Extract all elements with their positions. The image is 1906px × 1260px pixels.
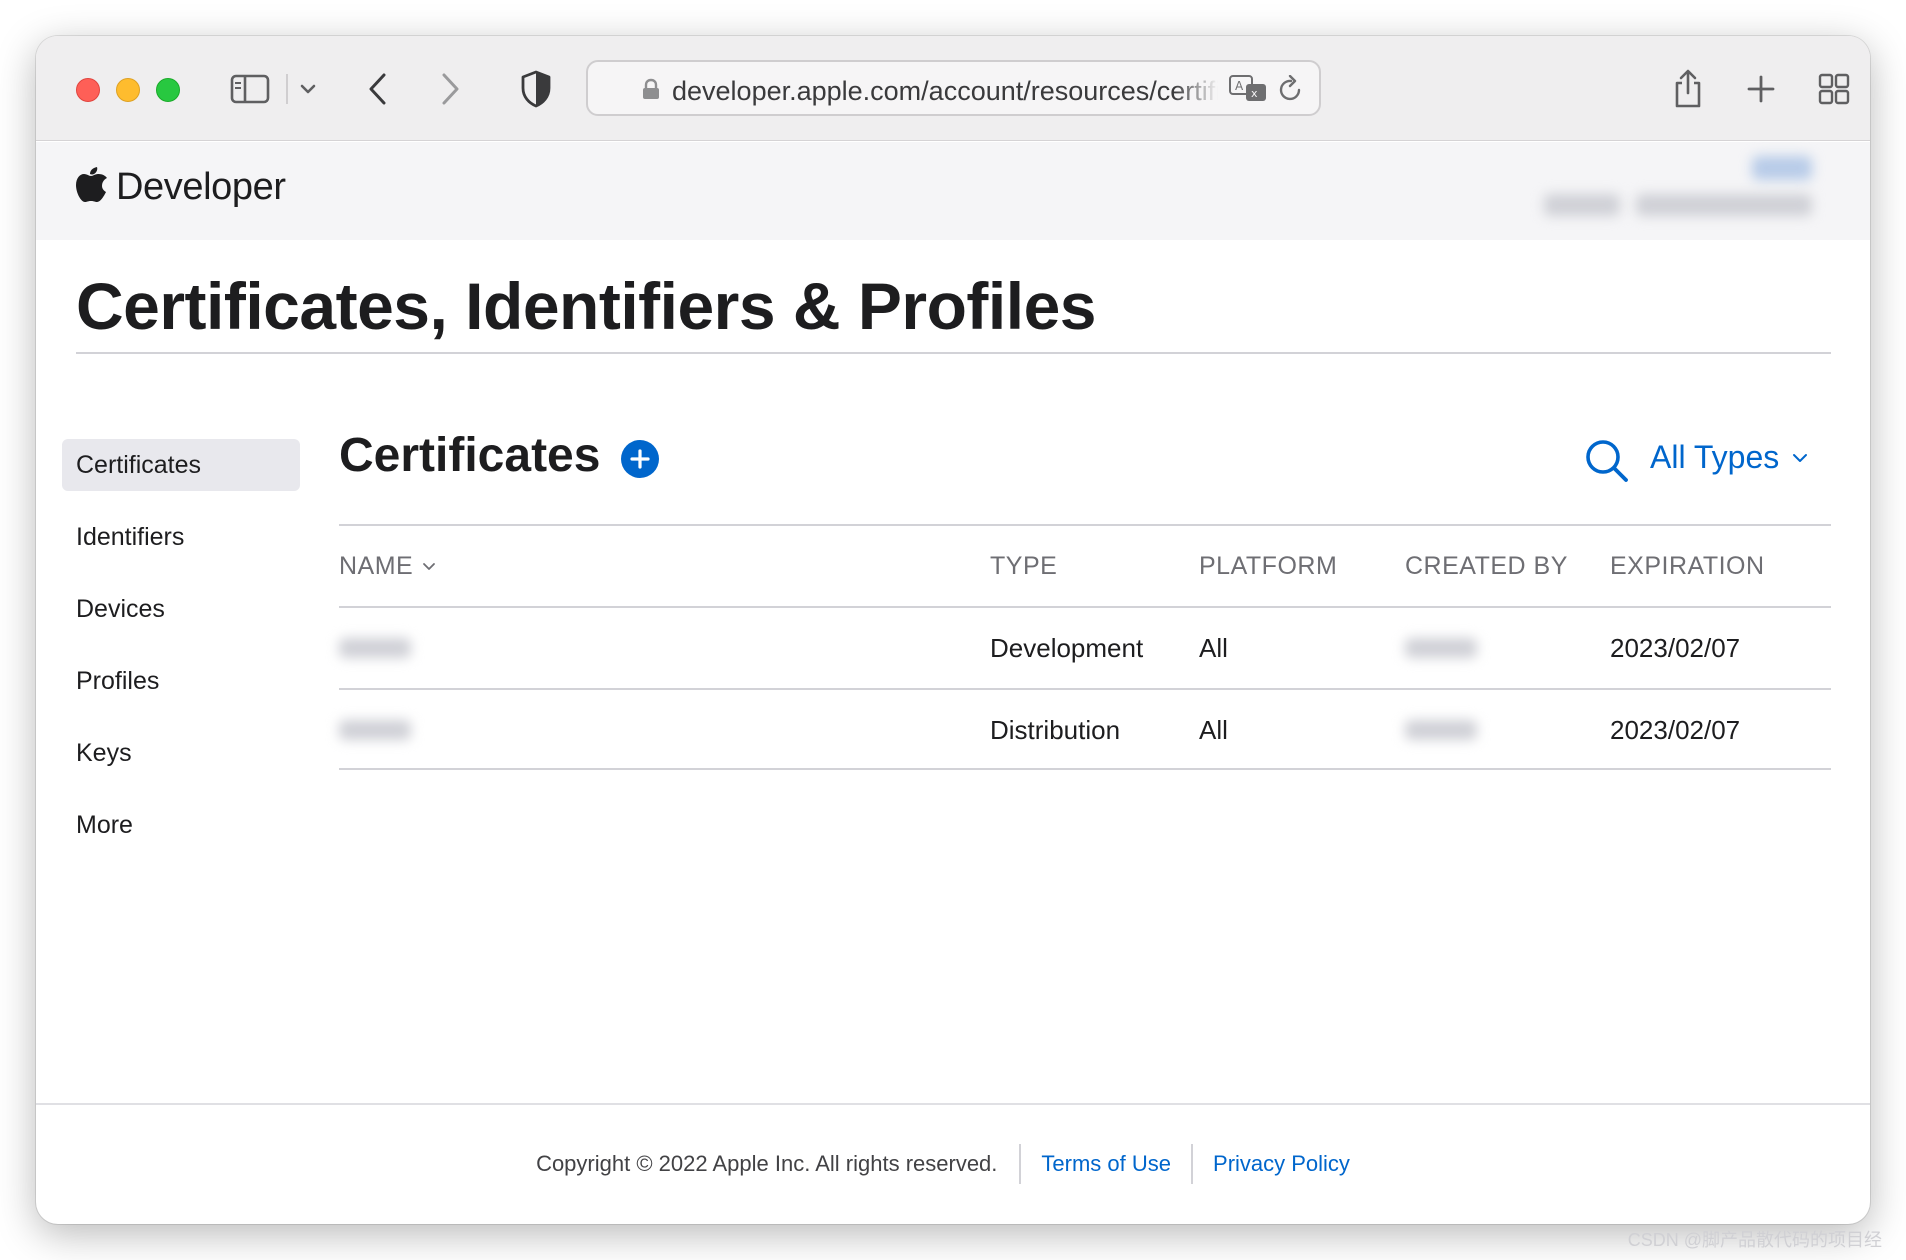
back-icon[interactable] [358, 66, 398, 112]
certificate-expiration: 2023/02/07 [1610, 632, 1741, 663]
copyright-text: Copyright © 2022 Apple Inc. All rights r… [536, 1151, 998, 1176]
redacted-text [339, 638, 411, 658]
sidebar-item-identifiers[interactable]: Identifiers [62, 511, 300, 563]
zoom-window-button[interactable] [156, 78, 180, 102]
footer-divider [36, 1103, 1870, 1105]
certificates-table: NAME TYPE PLATFORM CREATED BY EXPIRATION… [339, 524, 1831, 770]
table-row[interactable]: Development All 2023/02/07 [339, 606, 1831, 688]
search-icon[interactable] [1584, 438, 1630, 484]
svg-text:x: x [1251, 87, 1258, 100]
certificate-expiration: 2023/02/07 [1610, 714, 1741, 745]
sidebar-item-more[interactable]: More [62, 799, 300, 851]
sidebar-item-profiles[interactable]: Profiles [62, 655, 300, 707]
type-filter-label: All Types [1650, 439, 1780, 475]
forward-icon[interactable] [430, 66, 470, 112]
sidebar-item-devices[interactable]: Devices [62, 583, 300, 635]
browser-window: developer.apple.com/account/resources/ce… [36, 36, 1870, 1224]
certificate-type: Development [990, 632, 1144, 663]
privacy-shield-icon[interactable] [516, 66, 556, 112]
terms-of-use-link[interactable]: Terms of Use [1021, 1151, 1191, 1177]
brand-name: Developer [116, 166, 286, 208]
certificate-created-by-redacted [1405, 690, 1477, 770]
account-link[interactable] [1752, 156, 1812, 180]
svg-text:A: A [1235, 79, 1244, 93]
title-divider [76, 352, 1831, 354]
toolbar-divider [286, 74, 288, 104]
column-header-type[interactable]: TYPE [990, 526, 1057, 606]
certificate-name-redacted[interactable] [339, 608, 411, 688]
sidebar-item-keys[interactable]: Keys [62, 727, 300, 779]
certificate-created-by-redacted [1405, 608, 1477, 688]
translate-icon[interactable]: Ax [1228, 74, 1268, 109]
lock-icon [642, 78, 660, 105]
new-tab-icon[interactable] [1741, 66, 1781, 112]
column-header-name[interactable]: NAME [339, 526, 437, 606]
developer-logo[interactable]: Developer [76, 166, 286, 209]
footer: Copyright © 2022 Apple Inc. All rights r… [36, 1144, 1870, 1184]
share-icon[interactable] [1668, 66, 1708, 112]
table-header-row: NAME TYPE PLATFORM CREATED BY EXPIRATION [339, 524, 1831, 606]
add-certificate-button[interactable] [621, 440, 659, 478]
column-header-expiration[interactable]: EXPIRATION [1610, 526, 1765, 606]
reload-icon[interactable] [1278, 74, 1304, 108]
url-text: developer.apple.com/account/resources/ce… [672, 76, 1218, 106]
certificate-name-redacted[interactable] [339, 690, 411, 770]
privacy-policy-link[interactable]: Privacy Policy [1193, 1151, 1370, 1177]
team-name[interactable] [1636, 194, 1812, 216]
sidebar-toggle-icon[interactable] [228, 66, 272, 112]
column-header-created-by[interactable]: CREATED BY [1405, 526, 1568, 606]
column-header-platform[interactable]: PLATFORM [1199, 526, 1337, 606]
certificate-platform: All [1199, 632, 1228, 663]
redacted-text [1405, 638, 1477, 658]
tab-overview-icon[interactable] [1814, 66, 1854, 112]
redacted-text [1405, 720, 1477, 740]
type-filter-dropdown[interactable]: All Types [1650, 439, 1809, 476]
apple-logo-icon [76, 166, 108, 209]
redacted-text [339, 720, 411, 740]
table-row[interactable]: Distribution All 2023/02/07 [339, 688, 1831, 770]
minimize-window-button[interactable] [116, 78, 140, 102]
browser-toolbar: developer.apple.com/account/resources/ce… [36, 36, 1870, 141]
sidebar-item-certificates[interactable]: Certificates [62, 439, 300, 491]
section-title: Certificates [339, 429, 601, 482]
page-title: Certificates, Identifiers & Profiles [76, 269, 1097, 343]
certificate-platform: All [1199, 714, 1228, 745]
account-name [1544, 194, 1620, 216]
chevron-down-icon [1793, 453, 1808, 462]
sidebar: Certificates Identifiers Devices Profile… [62, 439, 300, 871]
watermark: CSDN @脚产品散代码的项目经 [1627, 1230, 1882, 1250]
sort-chevron-icon [423, 563, 436, 570]
address-bar[interactable]: developer.apple.com/account/resources/ce… [586, 60, 1321, 116]
plus-icon [630, 449, 650, 469]
certificate-type: Distribution [990, 714, 1121, 745]
developer-header: Developer [36, 142, 1870, 240]
close-window-button[interactable] [76, 78, 100, 102]
chevron-down-icon[interactable] [294, 66, 322, 112]
